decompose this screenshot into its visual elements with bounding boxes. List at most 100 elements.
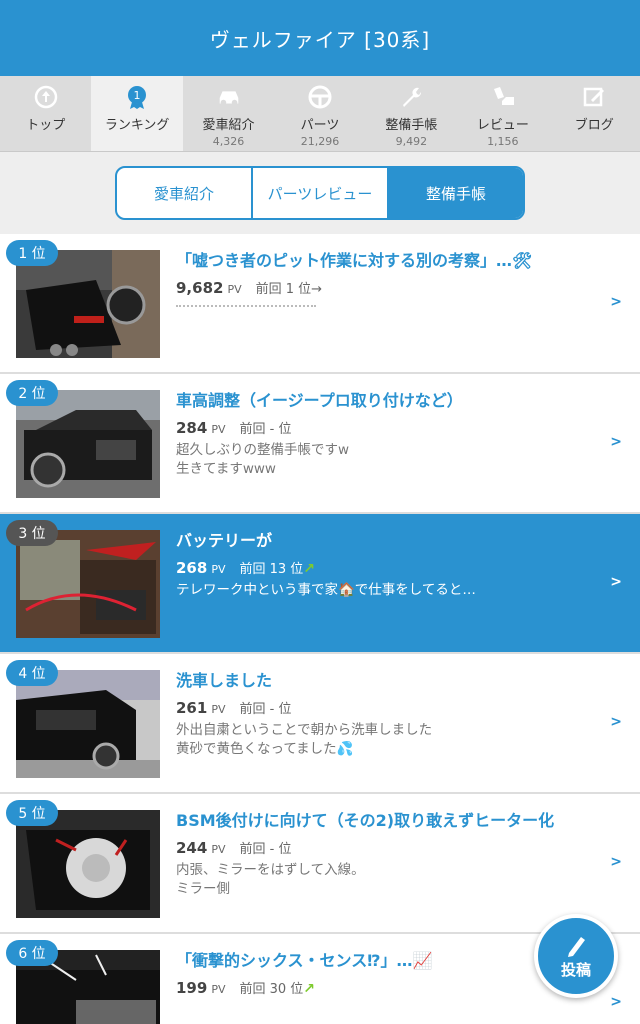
- pv-unit: PV: [211, 563, 226, 576]
- nav-count: 9,492: [395, 135, 428, 148]
- rank-badge: 6 位: [6, 940, 58, 966]
- svg-text:1: 1: [134, 89, 141, 102]
- row-title[interactable]: 「衝撃的シックス・センス⁉」…📈: [176, 950, 596, 972]
- segment-parts-review[interactable]: パーツレビュー: [253, 168, 389, 218]
- row-title[interactable]: 「嘘つき者のピット作業に対する別の考察」…🛠: [176, 250, 596, 272]
- description-line: 外出自粛ということで朝から洗車しました: [176, 722, 433, 738]
- trend-up-icon: ↗: [303, 981, 316, 997]
- nav-ranking[interactable]: 1 ランキング: [91, 76, 183, 151]
- nav-top[interactable]: トップ: [0, 76, 91, 151]
- wrench-icon: [398, 84, 424, 110]
- previous-rank: 前回 - 位: [239, 842, 292, 857]
- row-stats: 9,682 PV 前回 1 位 →: [176, 278, 596, 297]
- car-icon: [216, 84, 242, 110]
- nav-label: ブログ: [574, 118, 614, 133]
- nav-count: 21,296: [300, 135, 340, 148]
- nav-label: トップ: [26, 118, 66, 133]
- chevron-right-icon: >: [610, 994, 622, 1010]
- previous-rank: 前回 - 位: [239, 702, 292, 717]
- nav-maintenance[interactable]: 整備手帳 9,492: [366, 76, 457, 151]
- ranking-row[interactable]: 3 位 バッテリーが 268 PV 前回 13 位 ↗ テレワーク中という事で家…: [0, 514, 640, 654]
- segment-car-intro[interactable]: 愛車紹介: [117, 168, 253, 218]
- row-content: 「衝撃的シックス・センス⁉」…📈 199 PV 前回 30 位 ↗: [176, 950, 596, 997]
- nav-count: 4,326: [212, 135, 245, 148]
- row-stats: 199 PV 前回 30 位 ↗: [176, 978, 596, 997]
- page-title: ヴェルファイア [30系]: [209, 27, 431, 52]
- category-nav: トップ 1 ランキング 愛車紹介 4,326 パーツ 21,296 整備手帳 9…: [0, 76, 640, 152]
- row-stats: 268 PV 前回 13 位 ↗: [176, 558, 596, 577]
- thumbnail-image: [16, 670, 160, 778]
- pv-unit: PV: [211, 983, 226, 996]
- rank-badge: 1 位: [6, 240, 58, 266]
- rank-badge: 3 位: [6, 520, 58, 546]
- chevron-right-icon: >: [610, 714, 622, 730]
- description-line: ミラー側: [176, 881, 230, 897]
- description-line: 黄砂で黄色くなってました💦: [176, 741, 354, 757]
- nav-car-intro[interactable]: 愛車紹介 4,326: [183, 76, 274, 151]
- chevron-right-icon: >: [610, 854, 622, 870]
- previous-rank: 前回 13 位: [239, 562, 304, 577]
- ranking-medal-icon: 1: [124, 84, 150, 110]
- row-title[interactable]: BSM後付けに向けて（その2)取り敢えずヒーター化: [176, 810, 596, 832]
- description-line: テレワーク中という事で家🏠で仕事をしてると…: [176, 582, 476, 598]
- chevron-right-icon: >: [610, 434, 622, 450]
- ranking-row[interactable]: 4 位 洗車しました 261 PV 前回 - 位 外出自粛ということで朝から洗車…: [0, 654, 640, 794]
- segment-control: 愛車紹介 パーツレビュー 整備手帳: [115, 166, 525, 220]
- nav-label: 整備手帳: [385, 118, 438, 133]
- previous-rank: 前回 - 位: [239, 422, 292, 437]
- pv-count: 199: [176, 979, 208, 997]
- review-icon: [490, 84, 516, 110]
- pv-count: 244: [176, 839, 208, 857]
- pv-count: 284: [176, 419, 208, 437]
- segment-maintenance[interactable]: 整備手帳: [389, 168, 523, 218]
- row-content: 洗車しました 261 PV 前回 - 位 外出自粛ということで朝から洗車しました…: [176, 670, 596, 759]
- row-stats: 244 PV 前回 - 位: [176, 838, 596, 857]
- pen-icon: [568, 936, 585, 957]
- nav-label: ランキング: [104, 118, 170, 133]
- row-stats: 261 PV 前回 - 位: [176, 698, 596, 717]
- nav-label: レビュー: [476, 118, 529, 133]
- row-title[interactable]: バッテリーが: [176, 530, 596, 552]
- thumbnail-image: [16, 390, 160, 498]
- steering-wheel-icon: [307, 84, 333, 110]
- row-description: 超久しぶりの整備手帳ですw 生きてますwww: [176, 441, 596, 479]
- row-content: 車高調整（イージープロ取り付けなど） 284 PV 前回 - 位 超久しぶりの整…: [176, 390, 596, 479]
- ranking-list: 1 位 「嘘つき者のピット作業に対する別の考察」…🛠 9,682 PV 前回 1…: [0, 234, 640, 1024]
- ranking-row[interactable]: 2 位 車高調整（イージープロ取り付けなど） 284 PV 前回 - 位 超久し…: [0, 374, 640, 514]
- rank-badge: 2 位: [6, 380, 58, 406]
- description-line: 生きてますwww: [176, 461, 276, 477]
- dotted-divider: [176, 305, 316, 307]
- rank-badge: 5 位: [6, 800, 58, 826]
- thumbnail-image: [16, 530, 160, 638]
- post-button[interactable]: 投稿: [534, 914, 618, 998]
- blog-pen-icon: [581, 84, 607, 110]
- row-content: 「嘘つき者のピット作業に対する別の考察」…🛠 9,682 PV 前回 1 位 →: [176, 250, 596, 307]
- row-title[interactable]: 洗車しました: [176, 670, 596, 692]
- segment-bar: 愛車紹介 パーツレビュー 整備手帳: [0, 152, 640, 234]
- pv-unit: PV: [211, 843, 226, 856]
- chevron-right-icon: >: [610, 574, 622, 590]
- nav-parts[interactable]: パーツ 21,296: [274, 76, 365, 151]
- thumbnail-image: [16, 250, 160, 358]
- row-content: BSM後付けに向けて（その2)取り敢えずヒーター化 244 PV 前回 - 位 …: [176, 810, 596, 899]
- thumbnail-image: [16, 810, 160, 918]
- row-stats: 284 PV 前回 - 位: [176, 418, 596, 437]
- ranking-row[interactable]: 1 位 「嘘つき者のピット作業に対する別の考察」…🛠 9,682 PV 前回 1…: [0, 234, 640, 374]
- row-description: 外出自粛ということで朝から洗車しました 黄砂で黄色くなってました💦: [176, 721, 596, 759]
- pv-unit: PV: [211, 423, 226, 436]
- rank-badge: 4 位: [6, 660, 58, 686]
- pv-count: 9,682: [176, 279, 224, 297]
- previous-rank: 前回 30 位: [239, 982, 304, 997]
- row-title[interactable]: 車高調整（イージープロ取り付けなど）: [176, 390, 596, 412]
- row-description: 内張、ミラーをはずして入線。 ミラー側: [176, 861, 596, 899]
- ranking-row[interactable]: 5 位 BSM後付けに向けて（その2)取り敢えずヒーター化 244 PV 前回 …: [0, 794, 640, 934]
- pv-count: 261: [176, 699, 208, 717]
- trend-up-icon: ↗: [303, 561, 316, 577]
- row-content: バッテリーが 268 PV 前回 13 位 ↗ テレワーク中という事で家🏠で仕事…: [176, 530, 596, 600]
- nav-blog[interactable]: ブログ: [549, 76, 640, 151]
- description-line: 内張、ミラーをはずして入線。: [176, 862, 365, 878]
- trend-flat-icon: →: [311, 282, 323, 297]
- row-description: テレワーク中という事で家🏠で仕事をしてると…: [176, 581, 596, 600]
- nav-review[interactable]: レビュー 1,156: [457, 76, 548, 151]
- post-button-label: 投稿: [560, 960, 591, 979]
